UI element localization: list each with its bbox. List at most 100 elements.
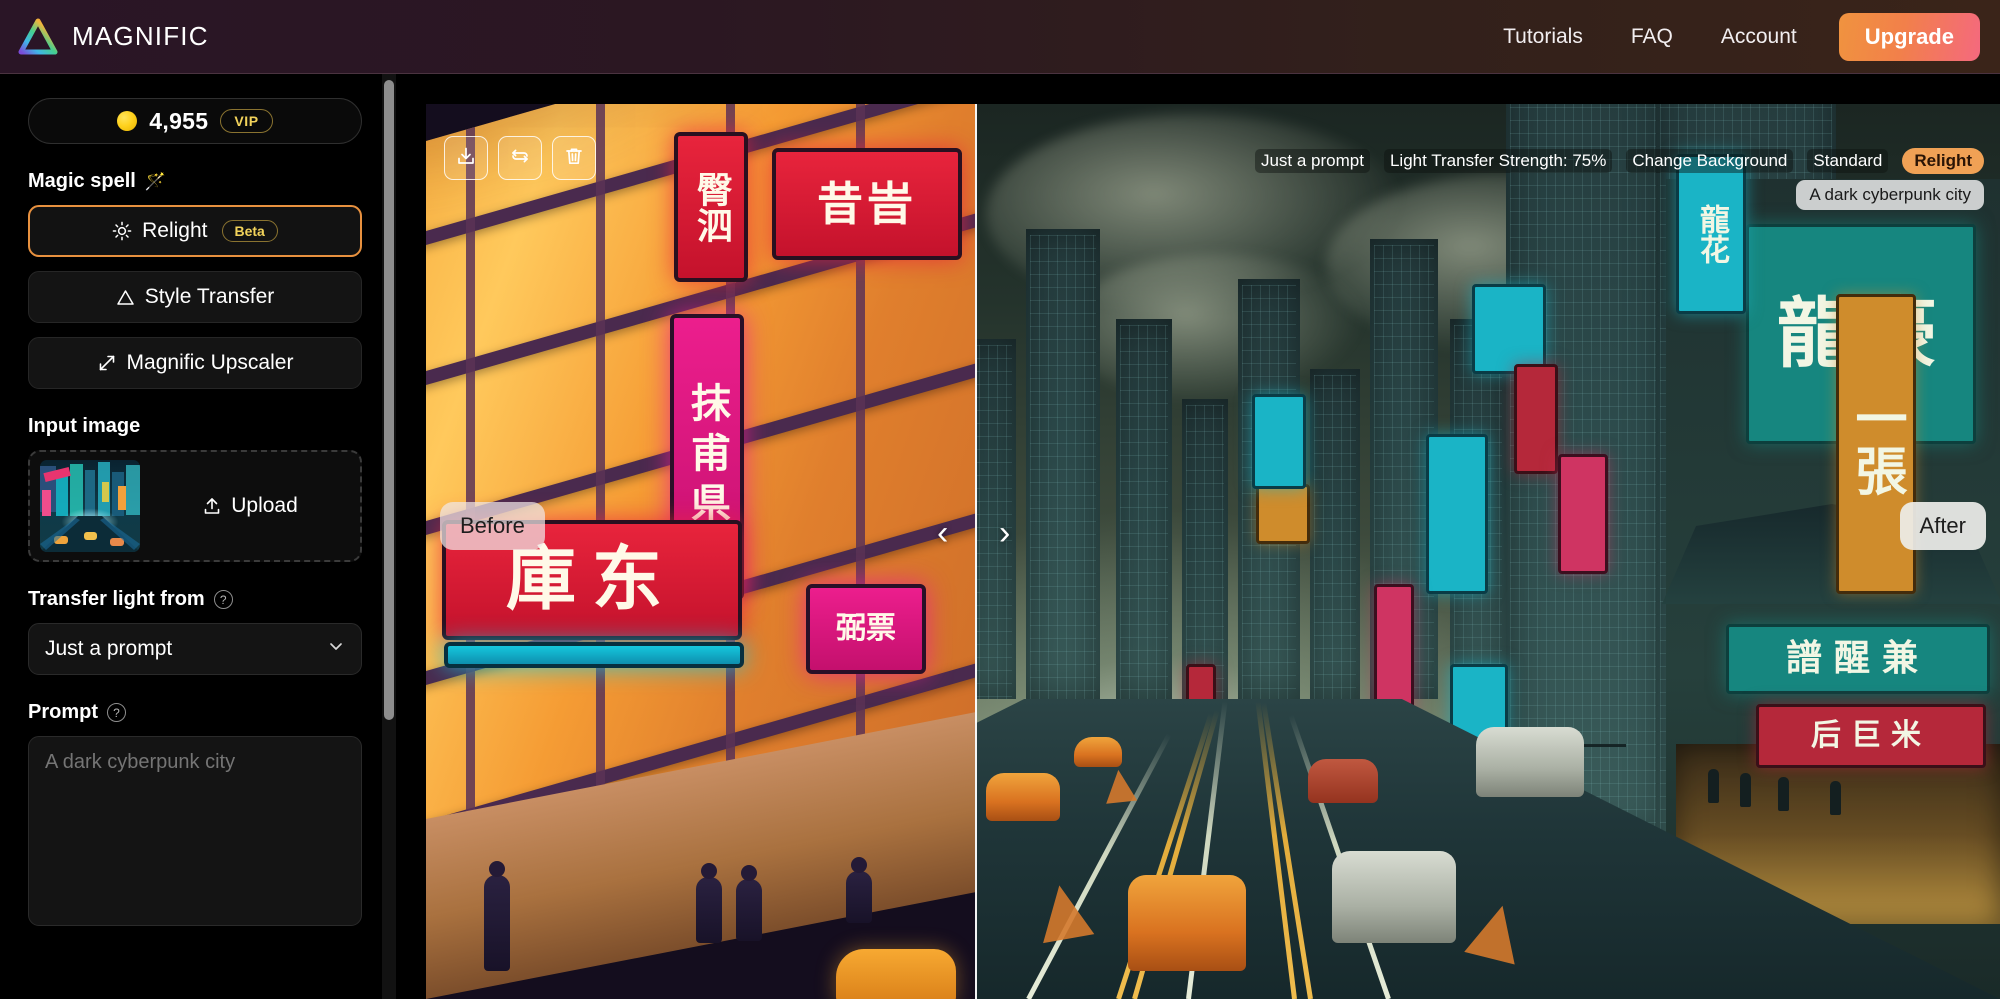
image-canvas: 臀泗 昔旹 抹甫県 庫东 弼票 譜醒兼 后巨米 一張 龍花 ‹ › Just a… [398, 74, 2000, 999]
label-just-a-prompt[interactable]: Just a prompt [1254, 149, 1370, 173]
thumbnail-preview [40, 460, 140, 552]
download-icon [455, 145, 477, 172]
download-button[interactable] [444, 136, 488, 180]
after-pedestrian [1740, 773, 1751, 807]
before-image-pane: 臀泗 昔旹 抹甫県 庫东 弼票 [426, 104, 975, 999]
upload-icon [202, 496, 222, 516]
help-icon-prompt[interactable]: ? [107, 703, 126, 722]
transfer-light-selected-value: Just a prompt [45, 637, 173, 660]
after-neon-sign: 龍花 [1676, 154, 1746, 314]
vip-badge: VIP [220, 109, 273, 133]
triangle-icon [116, 288, 135, 307]
upgrade-button[interactable]: Upgrade [1838, 12, 1980, 61]
main-nav: Tutorials FAQ Account Upgrade [1479, 12, 2000, 61]
trash-icon [563, 145, 585, 172]
after-car [1476, 727, 1584, 797]
delete-button[interactable] [552, 136, 596, 180]
brand-name: MAGNIFIC [72, 21, 209, 51]
spell-option-style-transfer[interactable]: Style Transfer [28, 271, 362, 323]
after-neon-sign [1514, 364, 1558, 474]
before-car [836, 949, 956, 999]
magic-wand-icon: 🪄 [144, 171, 166, 191]
nav-link-account[interactable]: Account [1697, 15, 1821, 59]
nav-link-faq[interactable]: FAQ [1607, 15, 1697, 59]
nav-link-tutorials[interactable]: Tutorials [1479, 15, 1607, 59]
comparison-slider-handle[interactable] [975, 104, 977, 999]
before-neon-sign: 昔旹 [772, 148, 962, 260]
canvas-labels-row: Just a prompt Light Transfer Strength: 7… [1254, 148, 1984, 174]
expand-arrows-icon [97, 353, 117, 373]
magic-spell-title: Magic spell [28, 170, 136, 192]
after-car [1332, 851, 1456, 943]
prompt-input[interactable] [28, 736, 362, 926]
after-car [986, 773, 1060, 821]
canvas-toolbar [444, 136, 596, 180]
after-neon-sign: 一張 [1836, 294, 1916, 594]
after-neon-sign: 譜醒兼 [1726, 624, 1990, 694]
spell-option-style-transfer-label: Style Transfer [144, 285, 275, 308]
after-car [1074, 737, 1122, 767]
spell-option-relight[interactable]: Relight Beta [28, 205, 362, 257]
top-navigation-bar: MAGNIFIC Tutorials FAQ Account Upgrade [0, 0, 2000, 74]
before-neon-sign: 臀泗 [674, 132, 748, 282]
after-neon-sign: 后巨米 [1756, 704, 1986, 768]
sun-icon [112, 221, 132, 241]
magnific-triangle-logo-icon [18, 18, 58, 54]
upload-button[interactable]: Upload [150, 494, 350, 518]
beta-badge: Beta [221, 220, 278, 242]
after-neon-sign [1558, 454, 1608, 574]
label-relight-badge[interactable]: Relight [1902, 148, 1984, 174]
transfer-light-label: Transfer light from ? [28, 588, 360, 611]
regenerate-button[interactable] [498, 136, 542, 180]
input-image-dropzone[interactable]: Upload [28, 450, 362, 562]
chevron-down-icon [327, 637, 345, 661]
before-neon-sign: 弼票 [806, 584, 926, 674]
prompt-title: Prompt [28, 701, 98, 723]
transfer-light-title: Transfer light from [28, 588, 205, 610]
before-pedestrian [696, 863, 722, 943]
spell-option-magnific-upscaler-label: Magnific Upscaler [126, 351, 294, 374]
input-image-thumbnail[interactable] [40, 460, 140, 552]
input-image-title: Input image [28, 415, 141, 437]
spell-option-magnific-upscaler[interactable]: Magnific Upscaler [28, 337, 362, 389]
after-neon-sign [1426, 434, 1488, 594]
after-car [1128, 875, 1246, 971]
after-image-pane: 龍豪 譜醒兼 后巨米 一張 龍花 柏石市 [975, 104, 2000, 999]
brand-logo[interactable]: MAGNIFIC [18, 18, 209, 56]
after-pedestrian [1708, 769, 1719, 803]
spell-option-relight-label: Relight [142, 219, 208, 242]
label-standard[interactable]: Standard [1807, 149, 1889, 173]
prompt-label: Prompt ? [28, 701, 360, 724]
help-icon[interactable]: ? [213, 590, 233, 609]
credits-amount: 4,955 [149, 107, 209, 134]
label-change-background[interactable]: Change Background [1626, 149, 1794, 173]
sidebar-scrollbar-thumb[interactable] [384, 80, 394, 720]
coin-icon [117, 111, 138, 131]
before-tag[interactable]: Before [440, 502, 545, 550]
credits-pill[interactable]: 4,955 VIP [28, 98, 362, 144]
prompt-chip[interactable]: A dark cyberpunk city [1796, 180, 1984, 210]
chevron-left-icon[interactable]: ‹ [937, 516, 948, 550]
left-sidebar: 4,955 VIP Magic spell 🪄 Relight Beta Sty… [0, 74, 388, 999]
before-pedestrian [846, 857, 872, 923]
before-pedestrian [736, 865, 762, 941]
before-neon-sign [444, 642, 744, 668]
input-image-label: Input image [28, 415, 360, 438]
after-neon-sign [1256, 484, 1310, 544]
refresh-icon [509, 145, 531, 172]
after-pedestrian [1778, 777, 1789, 811]
upload-button-label: Upload [231, 494, 298, 517]
after-car [1308, 759, 1378, 803]
before-pedestrian [484, 861, 510, 971]
after-tag[interactable]: After [1899, 502, 1986, 550]
after-neon-sign [1472, 284, 1546, 374]
chevron-right-icon[interactable]: › [999, 516, 1010, 550]
magic-spell-label: Magic spell 🪄 [28, 170, 360, 193]
label-light-transfer-strength[interactable]: Light Transfer Strength: 75% [1383, 149, 1613, 173]
before-scene: 臀泗 昔旹 抹甫県 庫东 弼票 [426, 104, 975, 999]
before-after-comparison[interactable]: 臀泗 昔旹 抹甫県 庫东 弼票 譜醒兼 后巨米 一張 龍花 ‹ › Just a… [426, 104, 2000, 999]
transfer-light-select[interactable]: Just a prompt [28, 623, 362, 675]
after-scene: 龍豪 譜醒兼 后巨米 一張 龍花 柏石市 [975, 104, 2000, 999]
after-pedestrian [1830, 781, 1841, 815]
after-neon-sign [1252, 394, 1306, 489]
